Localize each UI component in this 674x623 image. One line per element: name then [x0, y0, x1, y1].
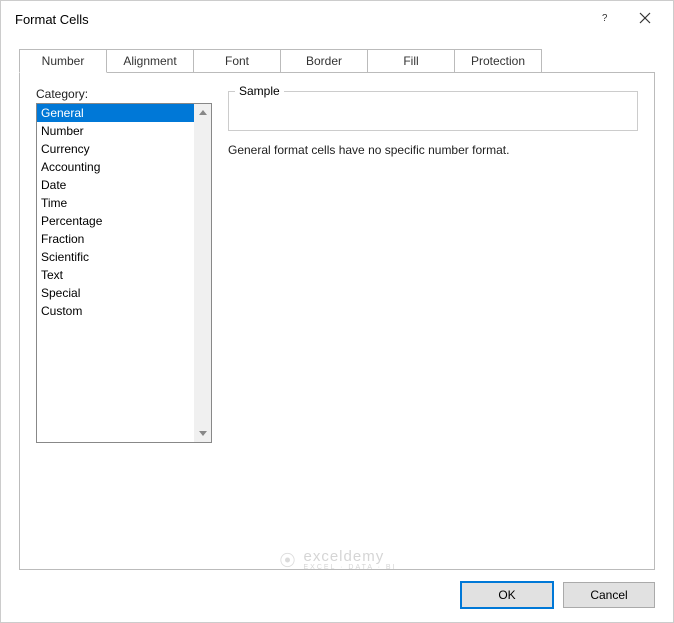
- tab-alignment[interactable]: Alignment: [106, 49, 194, 73]
- list-item[interactable]: Time: [37, 194, 194, 212]
- number-tab-body: Category: General Number Currency Accoun…: [36, 87, 638, 555]
- list-item[interactable]: Accounting: [37, 158, 194, 176]
- format-description: General format cells have no specific nu…: [228, 143, 638, 157]
- category-column: Category: General Number Currency Accoun…: [36, 87, 212, 443]
- category-label: Category:: [36, 87, 212, 101]
- list-item[interactable]: Percentage: [37, 212, 194, 230]
- scroll-down-icon: [194, 425, 211, 442]
- format-cells-dialog: Format Cells ? Number Alignment Font Bor…: [0, 0, 674, 623]
- sample-label: Sample: [235, 84, 284, 98]
- list-item[interactable]: Date: [37, 176, 194, 194]
- tab-border[interactable]: Border: [280, 49, 368, 73]
- list-item[interactable]: Special: [37, 284, 194, 302]
- category-items: General Number Currency Accounting Date …: [37, 104, 194, 442]
- list-item[interactable]: Custom: [37, 302, 194, 320]
- help-button[interactable]: ?: [585, 5, 625, 33]
- tab-font[interactable]: Font: [193, 49, 281, 73]
- tab-panel: Category: General Number Currency Accoun…: [19, 72, 655, 570]
- list-item[interactable]: Fraction: [37, 230, 194, 248]
- list-item[interactable]: Currency: [37, 140, 194, 158]
- dialog-buttons: OK Cancel: [1, 570, 673, 622]
- close-button[interactable]: [625, 5, 665, 33]
- tab-protection[interactable]: Protection: [454, 49, 542, 73]
- sample-fieldset: Sample: [228, 91, 638, 131]
- dialog-title: Format Cells: [15, 12, 585, 27]
- cancel-button[interactable]: Cancel: [563, 582, 655, 608]
- help-icon: ?: [599, 12, 611, 27]
- list-item[interactable]: Scientific: [37, 248, 194, 266]
- list-item[interactable]: Text: [37, 266, 194, 284]
- ok-button[interactable]: OK: [461, 582, 553, 608]
- listbox-scrollbar[interactable]: [194, 104, 211, 442]
- tab-number[interactable]: Number: [19, 49, 107, 73]
- close-icon: [639, 12, 651, 27]
- titlebar: Format Cells ?: [1, 1, 673, 37]
- list-item[interactable]: Number: [37, 122, 194, 140]
- svg-text:?: ?: [602, 13, 608, 24]
- list-item[interactable]: General: [37, 104, 194, 122]
- category-listbox[interactable]: General Number Currency Accounting Date …: [36, 103, 212, 443]
- details-column: Sample General format cells have no spec…: [228, 87, 638, 157]
- tab-strip: Number Alignment Font Border Fill Protec…: [19, 49, 655, 73]
- scroll-up-icon: [194, 104, 211, 121]
- tab-fill[interactable]: Fill: [367, 49, 455, 73]
